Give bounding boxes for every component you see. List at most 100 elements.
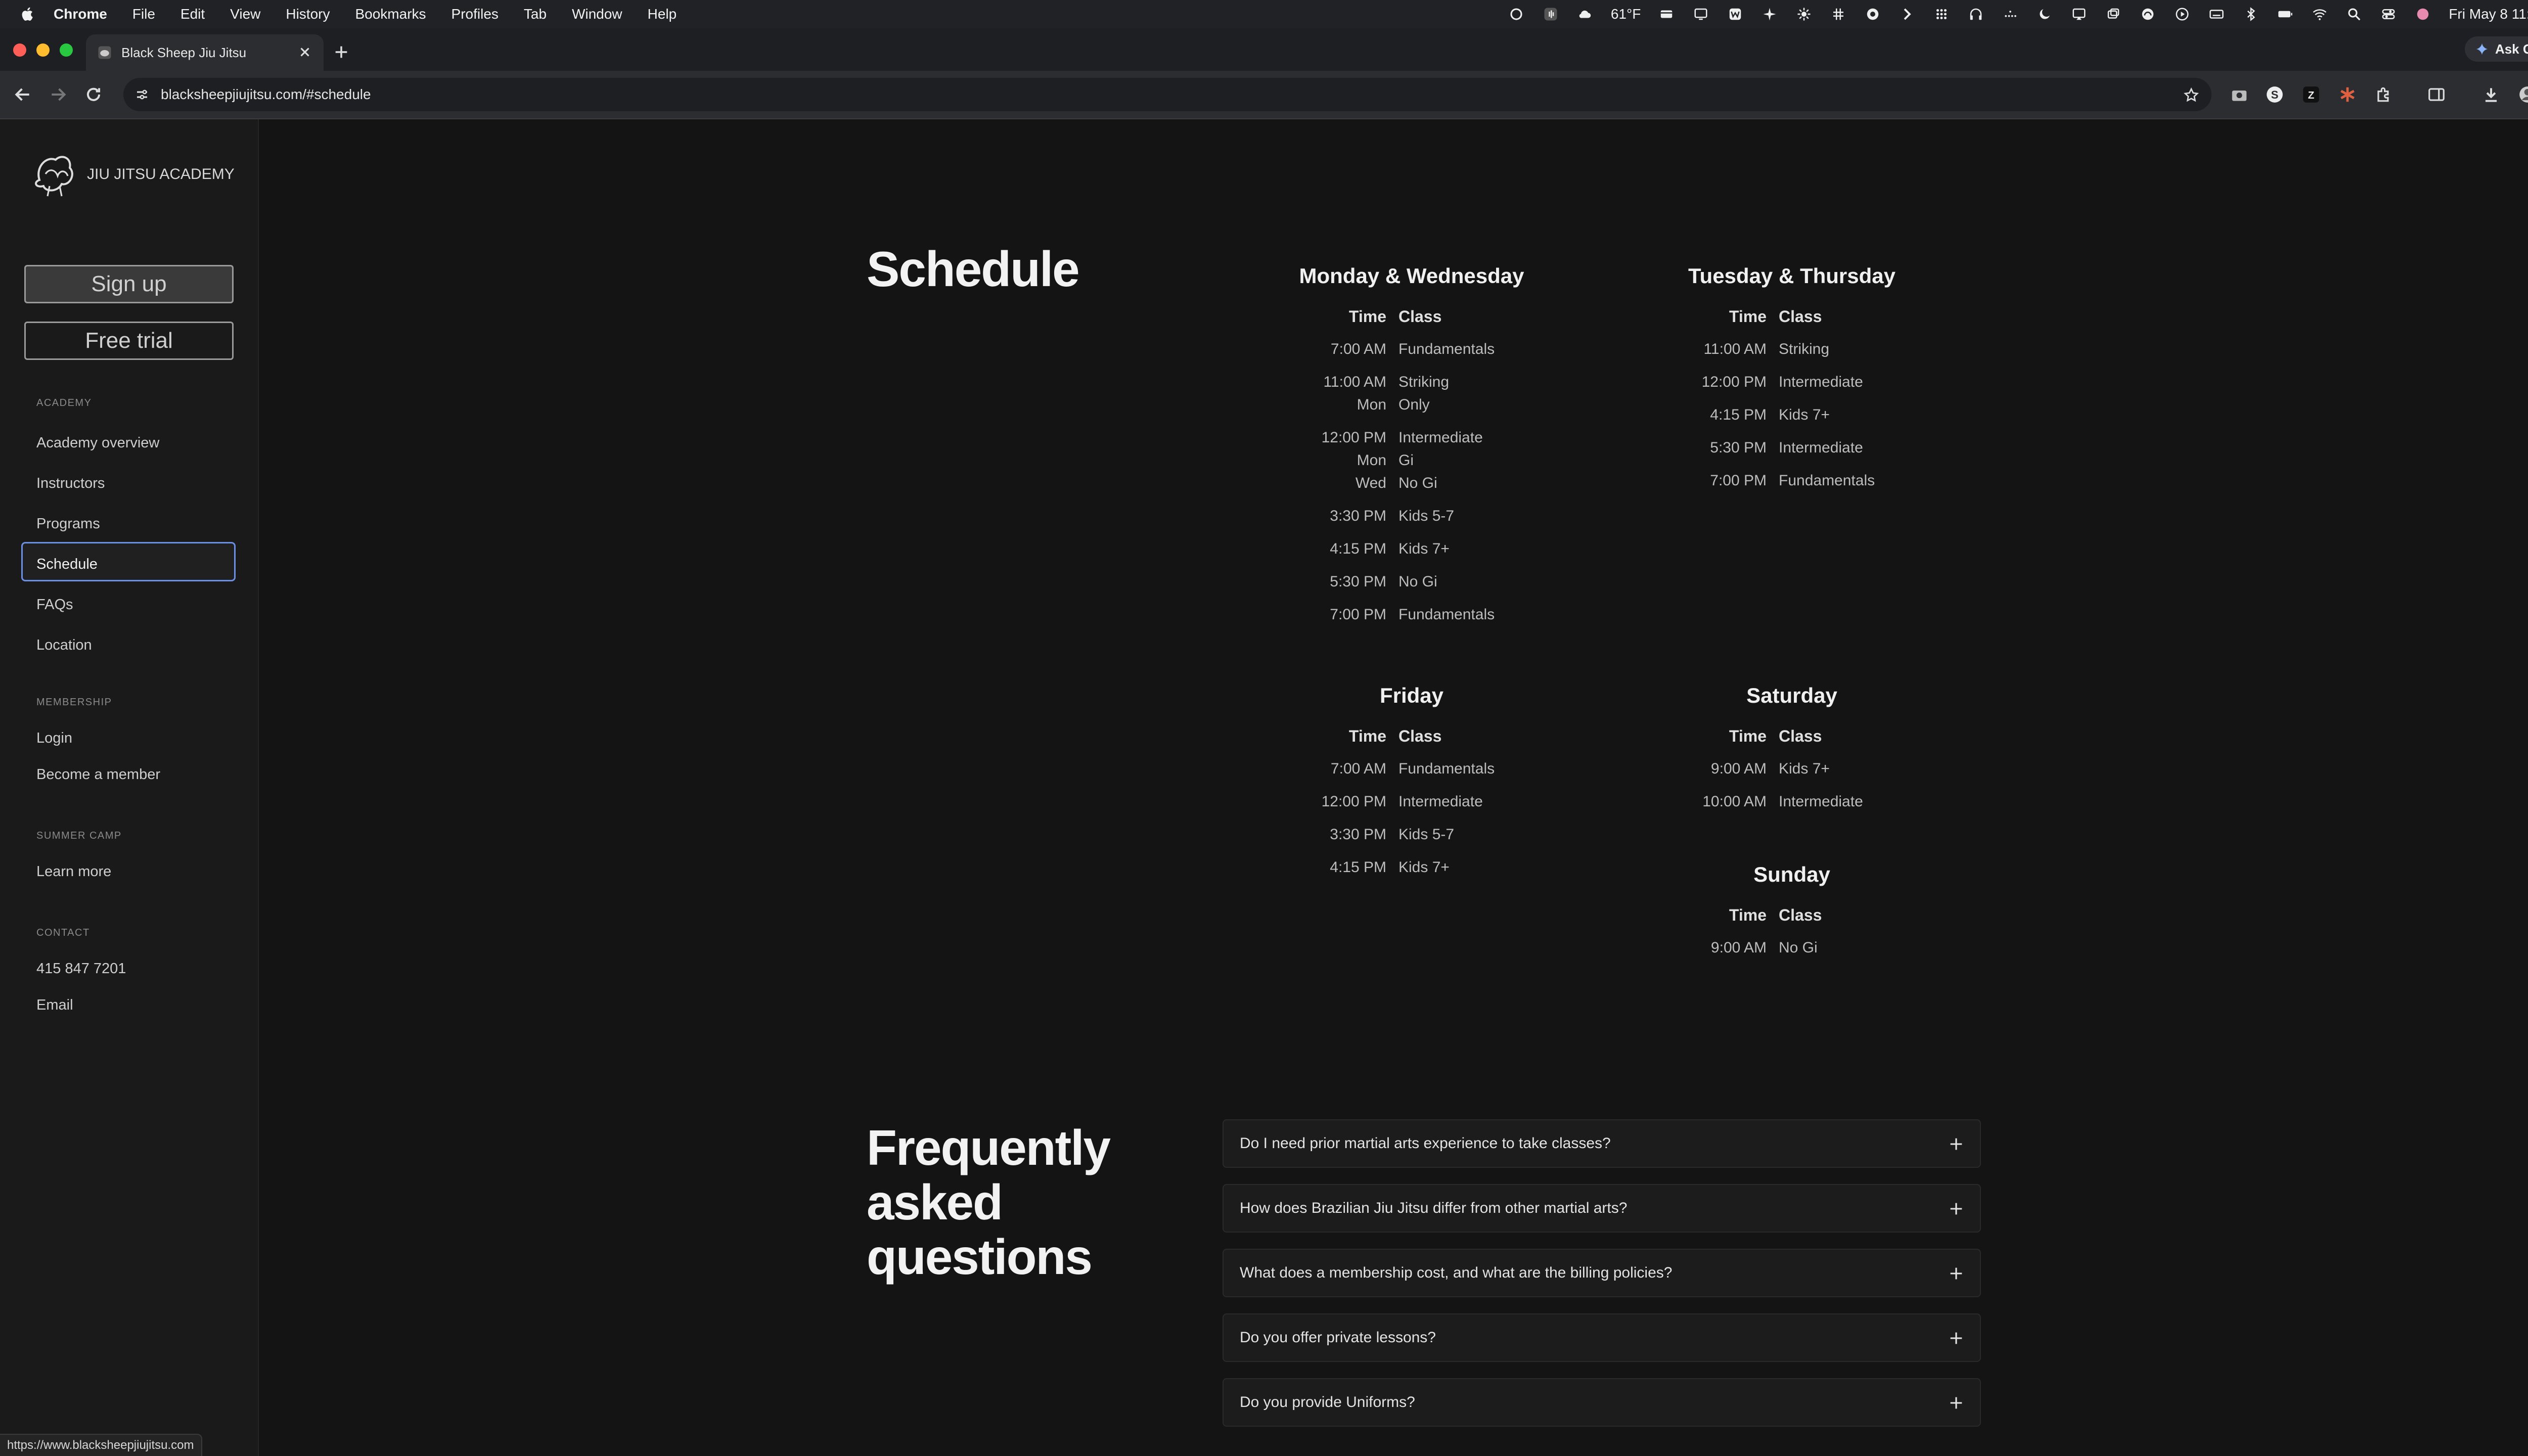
window-close-button[interactable] [13, 43, 26, 57]
menu-view[interactable]: View [230, 6, 260, 22]
grid-icon[interactable] [1933, 7, 1950, 22]
reload-icon[interactable] [84, 85, 103, 104]
svg-text:S: S [2271, 88, 2279, 101]
faq-item[interactable]: Do you provide Uniforms? [1223, 1378, 1981, 1427]
sidebar-item-phone[interactable]: 415 847 7201 [36, 961, 126, 977]
faq-item[interactable]: How does Brazilian Jiu Jitsu differ from… [1223, 1184, 1981, 1233]
wifi-icon[interactable] [2311, 7, 2328, 22]
bookmark-star-icon[interactable] [2183, 87, 2199, 103]
time-header: Time [1729, 727, 1767, 745]
browser-tab-active[interactable]: Black Sheep Jiu Jitsu [86, 34, 324, 71]
plus-icon[interactable] [1948, 1330, 1965, 1347]
menu-bookmarks[interactable]: Bookmarks [355, 6, 426, 22]
creative-cloud-icon[interactable] [1864, 7, 1881, 22]
download-icon[interactable] [2481, 85, 2501, 104]
new-tab-icon[interactable] [333, 43, 350, 61]
siri-icon[interactable] [2414, 7, 2431, 22]
moon-icon[interactable] [2036, 7, 2053, 22]
tab-close-icon[interactable] [297, 44, 312, 60]
spotlight-search-icon[interactable] [2345, 7, 2363, 22]
extensions-puzzle-icon[interactable] [2374, 85, 2394, 104]
sidebar-item-faqs[interactable]: FAQs [36, 597, 73, 613]
plus-icon[interactable] [1948, 1135, 1965, 1153]
headphones-icon[interactable] [1967, 7, 1984, 22]
back-arrow-icon[interactable] [13, 85, 32, 104]
menu-file[interactable]: File [132, 6, 155, 22]
sidebar-item-login[interactable]: Login [36, 730, 72, 747]
sidebar-item-email[interactable]: Email [36, 997, 73, 1014]
bluetooth-icon[interactable] [2242, 7, 2260, 22]
dots-icon[interactable] [2002, 7, 2019, 22]
faq-item[interactable]: What does a membership cost, and what ar… [1223, 1249, 1981, 1297]
chevron-right-icon[interactable] [1899, 7, 1916, 22]
day-title: Monday & Wednesday [1299, 264, 1524, 288]
sun-icon[interactable] [1795, 7, 1813, 22]
app-w-icon[interactable] [1727, 7, 1744, 22]
display-icon[interactable] [1692, 7, 1709, 22]
menubar-clock[interactable]: Fri May 8 11:35 AM [2449, 6, 2528, 22]
menu-window[interactable]: Window [572, 6, 622, 22]
menu-chrome[interactable]: Chrome [54, 6, 107, 22]
row-time: 4:15 PM [1330, 859, 1386, 876]
sidebar-item-instructors[interactable]: Instructors [36, 475, 105, 492]
plus-icon[interactable] [1948, 1200, 1965, 1217]
row-class: Kids 5-7 [1398, 508, 1455, 524]
window-icon[interactable] [2105, 7, 2122, 22]
window-zoom-button[interactable] [60, 43, 73, 57]
plus-icon[interactable] [1948, 1265, 1965, 1282]
control-center-icon[interactable] [2380, 7, 2397, 22]
sidebar-item-location[interactable]: Location [36, 637, 92, 654]
s-extension-icon[interactable]: S [2265, 85, 2284, 104]
sidebar-item-academy-overview[interactable]: Academy overview [36, 435, 159, 451]
faq-question: Do I need prior martial arts experience … [1240, 1135, 1611, 1152]
menu-profiles[interactable]: Profiles [452, 6, 499, 22]
section-summer-camp: SUMMER CAMP [36, 830, 122, 841]
z-extension-icon[interactable]: Z [2301, 85, 2321, 104]
faq-question: What does a membership cost, and what ar… [1240, 1264, 1673, 1281]
weather-cloud-icon[interactable] [1576, 7, 1594, 22]
row-class: Striking Only [1398, 374, 1450, 413]
airdrop-icon[interactable] [2139, 7, 2156, 22]
ask-gemini-button[interactable]: Ask Gemini [2464, 36, 2528, 62]
menu-history[interactable]: History [286, 6, 330, 22]
battery-icon[interactable] [2277, 7, 2294, 22]
asterisk-extension-icon[interactable] [2338, 85, 2357, 104]
free-trial-button[interactable]: Free trial [24, 322, 234, 360]
forward-arrow-icon[interactable] [49, 85, 68, 104]
audio-icon[interactable] [1542, 7, 1559, 22]
record-icon[interactable] [1508, 7, 1525, 22]
window-minimize-button[interactable] [36, 43, 50, 57]
weather-temp[interactable]: 61°F [1611, 6, 1641, 22]
plus-icon[interactable] [1948, 1394, 1965, 1412]
screen-mirroring-icon[interactable] [2070, 7, 2088, 22]
sidebar-item-become-member[interactable]: Become a member [36, 766, 160, 783]
site-info-icon[interactable] [134, 87, 150, 102]
sparkle-icon[interactable] [1761, 7, 1778, 22]
black-sheep-logo-icon[interactable] [31, 150, 78, 200]
menu-tab[interactable]: Tab [524, 6, 547, 22]
faq-item[interactable]: Do I need prior martial arts experience … [1223, 1119, 1981, 1168]
side-panel-icon[interactable] [2427, 85, 2446, 104]
row-class: Kids 7+ [1779, 760, 1830, 777]
row-class: Kids 7+ [1398, 540, 1450, 557]
row-class: Fundamentals [1398, 606, 1495, 623]
row-time: 7:00 PM [1710, 472, 1767, 489]
camera-extension-icon[interactable] [2230, 85, 2249, 104]
address-url[interactable]: blacksheepjiujitsu.com/#schedule [161, 86, 371, 103]
row-class: Fundamentals [1398, 760, 1495, 777]
sidebar-item-programs[interactable]: Programs [36, 516, 100, 532]
keyboard-icon[interactable] [2208, 7, 2225, 22]
faq-item[interactable]: Do you offer private lessons? [1223, 1313, 1981, 1362]
sign-up-button[interactable]: Sign up [24, 265, 234, 303]
menu-help[interactable]: Help [648, 6, 677, 22]
browser-toolbar: blacksheepjiujitsu.com/#schedule S Z [0, 71, 2528, 119]
profile-avatar-icon[interactable] [2518, 85, 2528, 104]
address-bar[interactable]: blacksheepjiujitsu.com/#schedule [123, 78, 2211, 111]
sidebar-item-schedule[interactable]: Schedule [36, 556, 98, 573]
hash-icon[interactable] [1830, 7, 1847, 22]
sidebar-item-learn-more[interactable]: Learn more [36, 863, 111, 880]
play-icon[interactable] [2174, 7, 2191, 22]
apple-icon[interactable] [19, 6, 36, 23]
menu-edit[interactable]: Edit [180, 6, 205, 22]
card-icon[interactable] [1658, 7, 1675, 22]
